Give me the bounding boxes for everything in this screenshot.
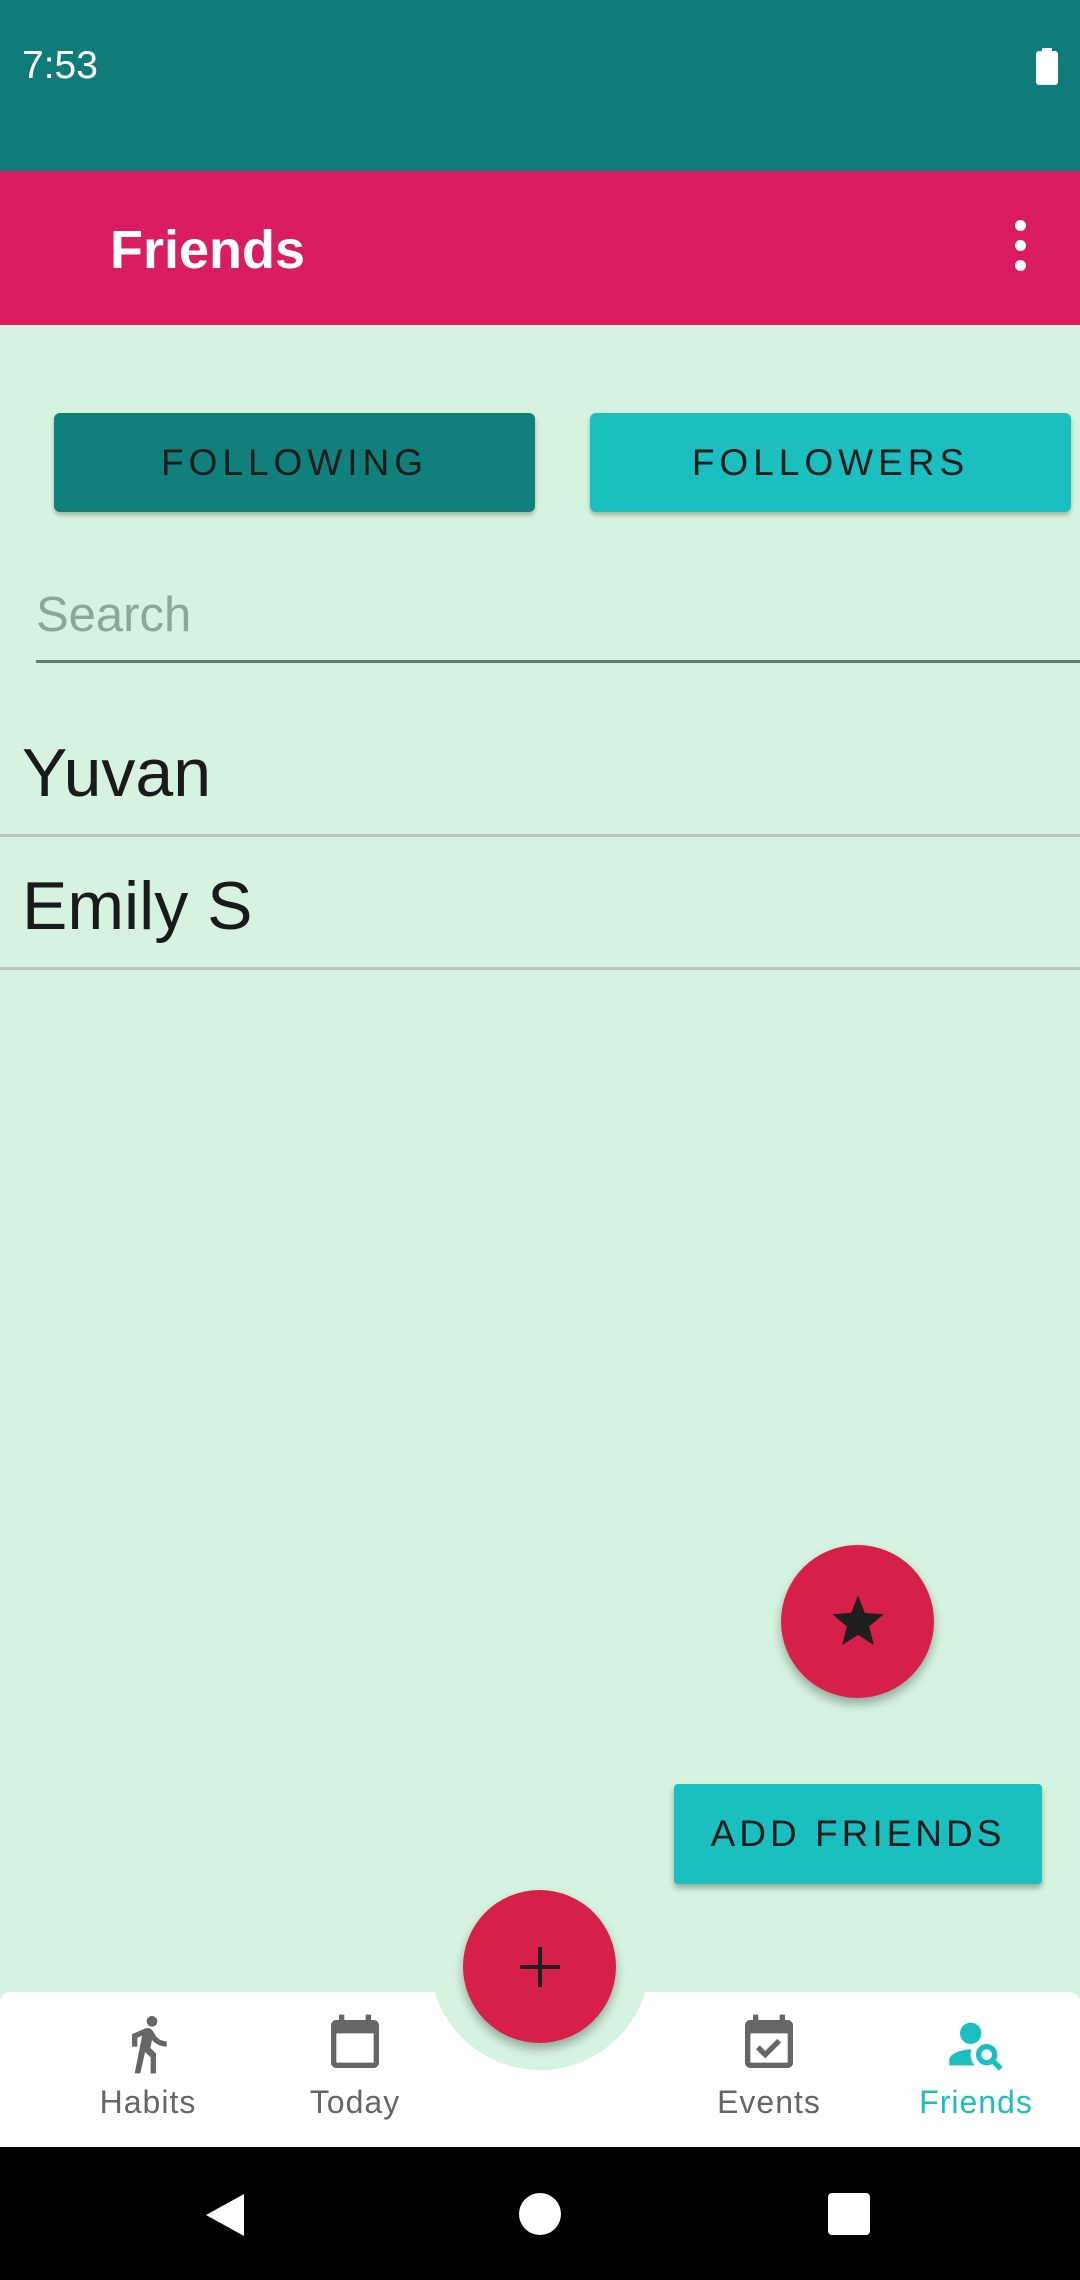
add-fab-button[interactable] xyxy=(463,1890,616,2043)
plus-icon xyxy=(519,1946,560,1987)
favorite-fab-button[interactable] xyxy=(781,1545,934,1698)
list-item[interactable]: Emily S xyxy=(0,837,1080,970)
list-item[interactable]: Yuvan xyxy=(0,704,1080,837)
nav-label: Events xyxy=(717,2084,821,2120)
friend-name: Yuvan xyxy=(22,735,212,811)
nav-item-friends[interactable]: Friends xyxy=(876,2012,1076,2142)
tab-followers[interactable]: FOLLOWERS xyxy=(590,413,1071,512)
status-bar: 7:53 xyxy=(0,0,1080,171)
tab-following[interactable]: FOLLOWING xyxy=(54,413,535,512)
search-input[interactable] xyxy=(36,570,1080,660)
event-check-icon xyxy=(745,2014,793,2068)
friend-name: Emily S xyxy=(22,868,253,944)
app-bar: Friends xyxy=(0,171,1080,325)
status-time: 7:53 xyxy=(22,44,98,87)
home-icon[interactable] xyxy=(519,2193,561,2235)
battery-icon xyxy=(1036,48,1058,85)
nav-label: Habits xyxy=(99,2084,197,2120)
friend-list: Yuvan Emily S xyxy=(0,704,1080,970)
run-icon xyxy=(132,2016,167,2074)
nav-item-habits[interactable]: Habits xyxy=(48,2012,248,2142)
nav-label: Today xyxy=(309,2084,401,2120)
recent-apps-icon[interactable] xyxy=(828,2193,870,2235)
friends-screen: 7:53 Friends FOLLOWING FOLLOWERS Yuvan E… xyxy=(0,0,1080,2280)
more-options-icon[interactable] xyxy=(998,209,1042,281)
star-icon xyxy=(831,1594,884,1645)
search-field xyxy=(36,570,1080,663)
nav-item-events[interactable]: Events xyxy=(669,2012,869,2142)
nav-item-today[interactable]: Today xyxy=(255,2012,455,2142)
person-search-icon xyxy=(949,2022,1003,2071)
system-navigation-bar xyxy=(0,2147,1080,2280)
back-icon[interactable] xyxy=(200,2190,250,2240)
page-title: Friends xyxy=(110,220,306,280)
calendar-icon xyxy=(331,2014,379,2068)
add-friends-button[interactable]: ADD FRIENDS xyxy=(674,1784,1042,1884)
nav-label: Friends xyxy=(919,2084,1033,2120)
